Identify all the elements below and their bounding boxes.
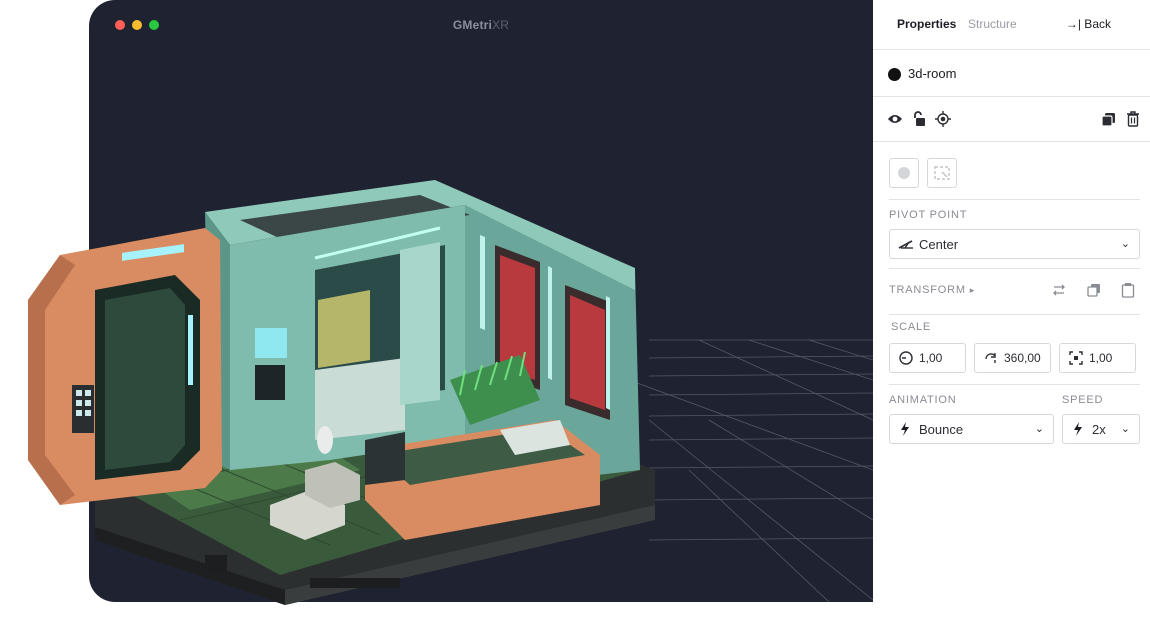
scale-z-value: 1,00 bbox=[1089, 351, 1113, 365]
caret-right-icon: ▸ bbox=[969, 285, 976, 295]
trash-icon[interactable] bbox=[1125, 111, 1141, 127]
scale-rotation-value: 360,00 bbox=[1004, 351, 1041, 365]
divider bbox=[889, 268, 1140, 269]
scale-x-value: 1,00 bbox=[919, 351, 943, 365]
frame-icon bbox=[934, 166, 950, 180]
pivot-point-label: PIVOT POINT bbox=[889, 209, 968, 221]
object-color-dot bbox=[888, 68, 901, 81]
duplicate-icon[interactable] bbox=[1100, 111, 1116, 127]
scale-z-field[interactable]: 1,00 bbox=[1059, 343, 1136, 373]
scale-x-field[interactable]: 1,00 bbox=[889, 343, 966, 373]
transform-label-text: TRANSFORM bbox=[889, 284, 966, 296]
bolt-icon bbox=[901, 422, 909, 436]
rotate-icon bbox=[985, 353, 996, 363]
tab-structure[interactable]: Structure bbox=[968, 17, 1017, 31]
clock-icon bbox=[899, 351, 913, 365]
properties-panel: Properties Structure →| Back 3d-room PIV… bbox=[873, 0, 1150, 628]
preview-button[interactable] bbox=[927, 158, 957, 188]
room-model[interactable] bbox=[0, 0, 873, 628]
transform-label[interactable]: TRANSFORM ▸ bbox=[889, 284, 975, 296]
pivot-point-select[interactable]: Center ⌄ bbox=[889, 229, 1140, 259]
material-button[interactable] bbox=[889, 158, 919, 188]
speed-label: SPEED bbox=[1062, 394, 1104, 406]
scale-label: SCALE bbox=[891, 321, 932, 333]
divider bbox=[889, 199, 1140, 200]
scale-rotation-field[interactable]: 360,00 bbox=[974, 343, 1051, 373]
expand-icon bbox=[1069, 351, 1083, 365]
copy-icon[interactable] bbox=[1086, 282, 1102, 298]
divider bbox=[889, 384, 1140, 385]
eye-icon[interactable] bbox=[887, 111, 903, 127]
swap-icon[interactable] bbox=[1051, 282, 1067, 298]
sphere-icon bbox=[898, 167, 910, 179]
animation-label: ANIMATION bbox=[889, 394, 957, 406]
divider bbox=[889, 314, 1140, 315]
panel-tabs: Properties Structure →| Back bbox=[873, 0, 1150, 50]
chevron-down-icon: ⌄ bbox=[1120, 423, 1130, 435]
target-icon[interactable] bbox=[935, 111, 951, 127]
speed-select[interactable]: 2x ⌄ bbox=[1062, 414, 1140, 444]
bolt-icon bbox=[1074, 422, 1082, 436]
chevron-down-icon: ⌄ bbox=[1034, 423, 1044, 435]
back-button[interactable]: →| Back bbox=[1066, 17, 1111, 31]
tab-properties[interactable]: Properties bbox=[897, 17, 956, 31]
pivot-point-value: Center bbox=[919, 237, 959, 252]
speed-value: 2x bbox=[1092, 422, 1106, 437]
object-actions-row bbox=[873, 97, 1150, 142]
animation-value: Bounce bbox=[919, 422, 964, 437]
selected-object-row[interactable]: 3d-room bbox=[873, 50, 1150, 97]
chevron-down-icon: ⌄ bbox=[1120, 238, 1130, 250]
pivot-icon bbox=[898, 240, 913, 249]
animation-select[interactable]: Bounce ⌄ bbox=[889, 414, 1054, 444]
object-name: 3d-room bbox=[908, 66, 957, 81]
paste-icon[interactable] bbox=[1120, 282, 1136, 298]
unlock-icon[interactable] bbox=[911, 111, 927, 127]
